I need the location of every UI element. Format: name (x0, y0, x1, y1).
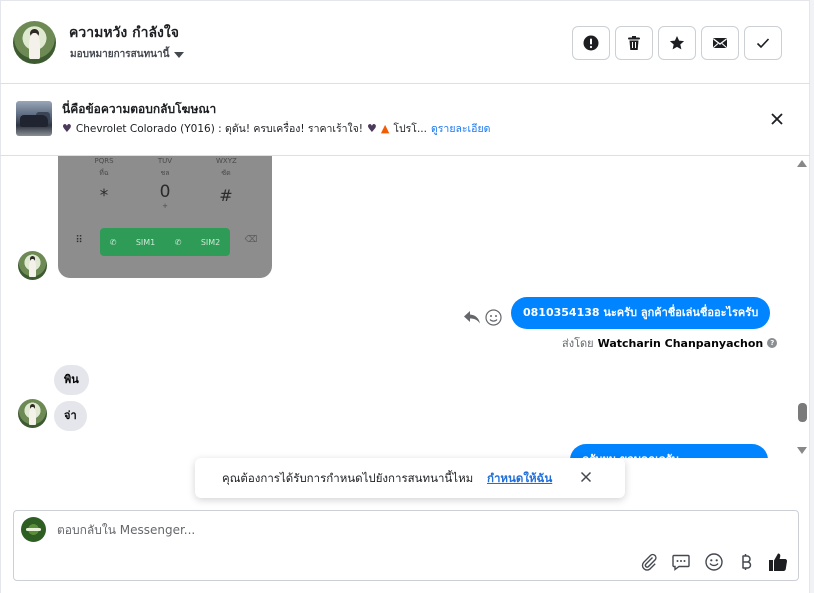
caret-down-icon (174, 51, 185, 58)
ad-promo-text: โปรโ... (393, 123, 427, 135)
dialpad-grid-icon: ⠿ (75, 235, 83, 246)
dialpad-key-sub: ที่ฉ (99, 169, 109, 177)
payment-baht-icon[interactable] (736, 552, 756, 572)
mark-unread-button[interactable] (701, 26, 739, 60)
checkmark-icon (756, 38, 770, 49)
ad-thumbnail[interactable] (16, 101, 52, 136)
call-buttons: ✆ SIM1 ✆ SIM2 (100, 228, 230, 256)
trash-icon (628, 36, 640, 50)
contact-avatar-small[interactable] (18, 251, 47, 280)
exclamation-circle-icon (583, 35, 599, 51)
assign-prompt-toast: คุณต้องการได้รับการกำหนดไปยังการสนทนานี้… (195, 458, 625, 498)
thumbs-up-icon[interactable] (767, 551, 789, 573)
heart-icon: ♥ (367, 122, 377, 135)
fire-icon: ▲ (380, 122, 390, 135)
reply-input[interactable] (57, 521, 657, 539)
ad-description: ♥ Chevrolet Colorado (Y016) : ดุดัน! ครบ… (62, 120, 490, 137)
scrollbar-thumb[interactable] (798, 403, 807, 422)
dialpad-star-key: * (99, 186, 109, 206)
backspace-icon: ⌫ (244, 235, 258, 245)
sim1-label: SIM1 (135, 237, 156, 247)
ad-banner-title: นี่คือข้อความตอบกลับโฆษณา (62, 102, 217, 116)
phone-icon: ✆ (109, 237, 117, 247)
contact-avatar[interactable] (13, 21, 56, 64)
sender-name: Watcharin Chanpanyachon (597, 336, 764, 350)
ad-details-link[interactable]: ดูรายละเอียด (431, 120, 490, 137)
dialpad-key-sub: ซัด (221, 169, 231, 177)
phone-icon: ✆ (174, 237, 182, 247)
page-avatar (21, 517, 46, 542)
dialpad-zero-key: 0 (159, 182, 171, 202)
contact-avatar-small[interactable] (18, 399, 47, 428)
assign-conversation-dropdown[interactable]: มอบหมายการสนทนานี้ (70, 47, 185, 62)
incoming-message[interactable]: จ่า (54, 401, 87, 431)
contact-name[interactable]: ความหวัง กำลังใจ (69, 22, 179, 44)
dialpad-key-label: PQRS (94, 157, 114, 165)
info-icon[interactable]: ? (767, 338, 778, 348)
outgoing-message[interactable]: 0810354138 นะครับ ลูกค้าชื่อเล่นชื่ออะไร… (511, 297, 771, 329)
react-smile-icon[interactable] (485, 309, 502, 326)
attachment-icon[interactable] (639, 552, 659, 572)
outgoing-message[interactable]: ครับผม ขอบคุณครับ (570, 444, 768, 458)
close-icon[interactable] (580, 471, 592, 483)
dialpad-zero-sub: + (162, 202, 168, 210)
dialpad-key-sub: ชล (160, 169, 170, 177)
incoming-message[interactable]: พิน (54, 365, 89, 395)
heart-icon: ♥ (62, 122, 72, 135)
sent-by-line: ส่งโดย Watcharin Chanpanyachon ? (562, 334, 778, 352)
envelope-icon (713, 38, 727, 48)
delete-button[interactable] (615, 26, 653, 60)
close-icon[interactable] (768, 110, 786, 128)
dialpad-hash-key: # (219, 186, 233, 205)
sim2-label: SIM2 (200, 237, 221, 247)
sent-by-prefix: ส่งโดย (562, 337, 594, 350)
scroll-down-arrow[interactable] (797, 447, 807, 454)
panel-edge (810, 0, 814, 593)
assign-label: มอบหมายการสนทนานี้ (70, 49, 170, 60)
outgoing-message-clipped: ครับผม ขอบคุณครับ (570, 444, 768, 458)
shared-image-message[interactable]: PQRS TUV WXYZ ที่ฉ ชล ซัด * 0 + # ⠿ ✆ SI… (58, 156, 272, 278)
star-button[interactable] (658, 26, 696, 60)
scroll-up-arrow[interactable] (797, 160, 807, 167)
saved-replies-icon[interactable] (671, 552, 691, 572)
assign-to-me-link[interactable]: กำหนดให้ฉัน (487, 470, 552, 488)
ad-description-text: Chevrolet Colorado (Y016) : ดุดัน! ครบเค… (75, 123, 364, 135)
star-icon (669, 36, 685, 50)
dialpad-key-label: TUV (157, 157, 173, 165)
report-button[interactable] (572, 26, 610, 60)
toast-text: คุณต้องการได้รับการกำหนดไปยังการสนทนานี้… (222, 471, 474, 485)
emoji-icon[interactable] (704, 552, 724, 572)
mark-done-button[interactable] (744, 26, 782, 60)
dialpad-key-label: WXYZ (216, 157, 237, 165)
reply-icon[interactable] (463, 309, 481, 325)
